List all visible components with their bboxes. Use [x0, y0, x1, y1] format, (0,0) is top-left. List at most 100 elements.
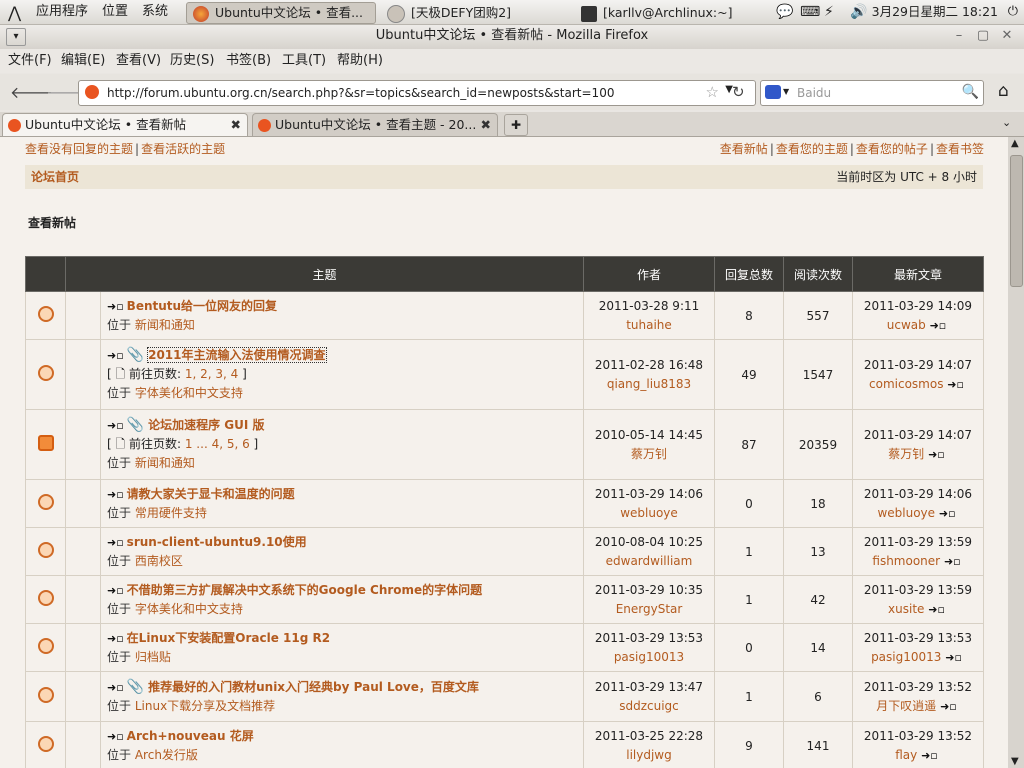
home-icon[interactable]: ⌂ [998, 81, 1009, 101]
author-link[interactable]: webluoye [585, 504, 713, 523]
forum-link[interactable]: 字体美化和中文支持 [135, 386, 243, 400]
author-link[interactable]: EnergyStar [585, 600, 713, 619]
reload-icon[interactable]: ↻ [732, 83, 745, 101]
topic-title-link[interactable]: Arch+nouveau 花屏 [127, 729, 254, 743]
view-latest-icon[interactable]: ➜▫ [921, 746, 938, 765]
last-author-link[interactable]: pasig10013 [871, 650, 941, 664]
forum-link[interactable]: 西南校区 [135, 554, 183, 568]
chat-tray-icon[interactable]: 💬 [776, 4, 793, 20]
taskbar-terminal[interactable]: [karllv@Archlinux:~] [574, 2, 768, 24]
author-link[interactable]: tuhaihe [585, 316, 713, 335]
author-link[interactable]: pasig10013 [585, 648, 713, 667]
topic-title-link[interactable]: 2011年主流输入法使用情况调查 [147, 347, 327, 363]
tab-new-posts[interactable]: Ubuntu中文论坛 • 查看新帖 ✖ [2, 113, 248, 136]
goto-newest-icon[interactable]: ➜▫ [107, 533, 124, 552]
forum-link[interactable]: 归档贴 [135, 650, 171, 664]
last-author-link[interactable]: webluoye [877, 506, 935, 520]
new-tab-icon[interactable]: ✚ [504, 114, 528, 136]
view-latest-icon[interactable]: ➜▫ [940, 697, 957, 716]
view-latest-icon[interactable]: ➜▫ [944, 552, 961, 571]
view-latest-icon[interactable]: ➜▫ [928, 600, 945, 619]
forum-link[interactable]: Arch发行版 [135, 748, 198, 762]
window-menu-icon[interactable]: ▾ [6, 28, 26, 46]
ubuntu-logo-icon[interactable]: ⋀ [8, 3, 21, 22]
topic-title-link[interactable]: Bentutu给一位网友的回复 [127, 299, 277, 313]
power-icon[interactable]: ⏻ [1008, 4, 1018, 19]
menu-tools[interactable]: 工具(T) [282, 49, 326, 73]
author-link[interactable]: sddzcuigc [585, 697, 713, 716]
author-link[interactable]: lilydjwg [585, 746, 713, 765]
scrollbar-thumb[interactable] [1010, 155, 1023, 287]
tab-close-icon[interactable]: ✖ [231, 114, 241, 136]
taskbar-firefox[interactable]: Ubuntu中文论坛 • 查看... [186, 2, 376, 24]
last-author-link[interactable]: xusite [888, 602, 924, 616]
author-link[interactable]: qiang_liu8183 [585, 375, 713, 394]
last-author-link[interactable]: fishmooner [872, 554, 940, 568]
last-author-link[interactable]: comicosmos [869, 377, 943, 391]
maximize-icon[interactable]: ▢ [976, 29, 990, 43]
last-author-link[interactable]: 月下叹逍遥 [876, 699, 936, 713]
search-engine-icon[interactable] [765, 85, 781, 99]
goto-newest-icon[interactable]: ➜▫ [107, 346, 124, 365]
forum-link[interactable]: Linux下载分享及文档推荐 [135, 699, 275, 713]
menu-history[interactable]: 历史(S) [170, 49, 214, 73]
bookmark-star-icon[interactable]: ☆ [706, 83, 719, 101]
window-titlebar[interactable]: ▾ Ubuntu中文论坛 • 查看新帖 - Mozilla Firefox – … [0, 25, 1024, 49]
view-latest-icon[interactable]: ➜▫ [945, 648, 962, 667]
menu-view[interactable]: 查看(V) [116, 49, 161, 73]
goto-newest-icon[interactable]: ➜▫ [107, 727, 124, 746]
view-latest-icon[interactable]: ➜▫ [928, 445, 945, 464]
forum-link[interactable]: 新闻和通知 [135, 318, 195, 332]
scroll-down-icon[interactable]: ▼ [1011, 756, 1019, 767]
close-icon[interactable]: ✕ [1000, 29, 1014, 43]
scroll-up-icon[interactable]: ▲ [1011, 138, 1019, 149]
topic-title-link[interactable]: 推荐最好的入门教材unix入门经典by Paul Love，百度文库 [148, 680, 479, 694]
tab-view-topic[interactable]: Ubuntu中文论坛 • 查看主题 - 20... ✖ [252, 113, 498, 136]
network-icon[interactable]: ⚡ [824, 4, 834, 20]
new-posts-link[interactable]: 查看新帖 [720, 142, 768, 156]
minimize-icon[interactable]: – [952, 29, 966, 43]
goto-newest-icon[interactable]: ➜▫ [107, 485, 124, 504]
search-icon[interactable]: 🔍 [962, 84, 979, 100]
keyboard-icon[interactable]: ⌨ [800, 4, 820, 20]
volume-icon[interactable]: 🔊 [850, 4, 867, 20]
last-author-link[interactable]: 蔡万钊 [888, 447, 924, 461]
topic-title-link[interactable]: srun-client-ubuntu9.10使用 [127, 535, 307, 549]
menu-help[interactable]: 帮助(H) [337, 49, 383, 73]
unanswered-link[interactable]: 查看没有回复的主题 [25, 142, 133, 156]
url-bar[interactable]: http://forum.ubuntu.org.cn/search.php?&s… [78, 80, 756, 106]
tab-list-icon[interactable]: ⌄ [1002, 116, 1011, 129]
menu-edit[interactable]: 编辑(E) [61, 49, 105, 73]
search-box[interactable]: ▼ Baidu 🔍 [760, 80, 984, 106]
forum-link[interactable]: 常用硬件支持 [135, 506, 207, 520]
goto-newest-icon[interactable]: ➜▫ [107, 297, 124, 316]
page-links[interactable]: 1 ... 4, 5, 6 [185, 437, 250, 451]
topic-title-link[interactable]: 在Linux下安装配置Oracle 11g R2 [127, 631, 330, 645]
last-author-link[interactable]: flay [895, 748, 917, 762]
menu-bookmarks[interactable]: 书签(B) [226, 49, 271, 73]
page-links[interactable]: 1, 2, 3, 4 [185, 367, 238, 381]
forum-link[interactable]: 字体美化和中文支持 [135, 602, 243, 616]
topic-title-link[interactable]: 论坛加速程序 GUI 版 [148, 418, 264, 432]
view-latest-icon[interactable]: ➜▫ [947, 375, 964, 394]
last-author-link[interactable]: ucwab [887, 318, 926, 332]
your-topics-link[interactable]: 查看您的主题 [776, 142, 848, 156]
forum-link[interactable]: 新闻和通知 [135, 456, 195, 470]
vertical-scrollbar[interactable]: ▲ ▼ [1008, 137, 1024, 768]
goto-newest-icon[interactable]: ➜▫ [107, 629, 124, 648]
search-input[interactable]: Baidu [797, 81, 831, 105]
view-latest-icon[interactable]: ➜▫ [939, 504, 956, 523]
goto-newest-icon[interactable]: ➜▫ [107, 581, 124, 600]
url-text[interactable]: http://forum.ubuntu.org.cn/search.php?&s… [107, 81, 614, 105]
author-link[interactable]: edwardwilliam [585, 552, 713, 571]
tab-close-icon[interactable]: ✖ [481, 114, 491, 136]
your-posts-link[interactable]: 查看您的帖子 [856, 142, 928, 156]
places-menu[interactable]: 位置 [102, 0, 128, 24]
topic-title-link[interactable]: 不借助第三方扩展解决中文系统下的Google Chrome的字体问题 [127, 583, 483, 597]
active-topics-link[interactable]: 查看活跃的主题 [141, 142, 225, 156]
menu-file[interactable]: 文件(F) [8, 49, 52, 73]
author-link[interactable]: 蔡万钊 [585, 445, 713, 464]
topic-title-link[interactable]: 请教大家关于显卡和温度的问题 [127, 487, 295, 501]
goto-newest-icon[interactable]: ➜▫ [107, 678, 124, 697]
taskbar-chat[interactable]: [天极DEFY团购2] [380, 2, 570, 24]
